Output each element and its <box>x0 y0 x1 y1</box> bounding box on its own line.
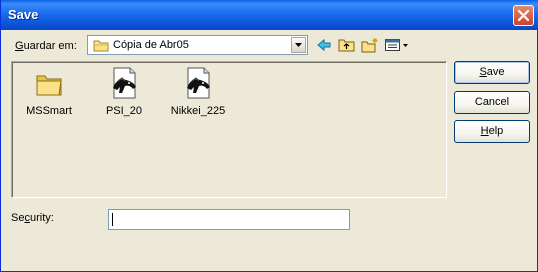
chevron-down-icon <box>295 43 302 47</box>
list-item[interactable]: PSI_20 <box>89 66 159 117</box>
up-folder-icon[interactable] <box>338 37 356 53</box>
file-name: PSI_20 <box>105 105 143 117</box>
file-name: MSSmart <box>26 105 72 117</box>
location-label: Guardar em: <box>15 40 77 52</box>
list-item[interactable]: MSSmart <box>14 66 84 117</box>
security-input[interactable] <box>108 209 350 230</box>
back-arrow-icon[interactable] <box>315 37 333 53</box>
save-button[interactable]: Save <box>454 61 530 84</box>
list-item[interactable]: Nikkei_225 <box>163 66 233 117</box>
location-combobox[interactable]: Cópia de Abr05 <box>87 35 308 55</box>
security-label: Security: <box>11 212 54 224</box>
close-icon <box>518 10 529 21</box>
folder-icon <box>93 40 109 52</box>
cancel-button[interactable]: Cancel <box>454 91 530 114</box>
location-dropdown-button[interactable] <box>291 37 306 53</box>
save-dialog: Save Guardar em: Cópia de Abr05 MSSmart … <box>0 0 538 272</box>
file-name: Nikkei_225 <box>170 105 226 117</box>
current-folder-text: Cópia de Abr05 <box>113 39 189 51</box>
close-button[interactable] <box>513 5 534 26</box>
help-button[interactable]: Help <box>454 120 530 143</box>
new-folder-icon[interactable] <box>361 37 379 53</box>
file-list[interactable]: MSSmart PSI_20 Nikkei_225 <box>11 61 447 198</box>
dialog-title: Save <box>8 7 39 22</box>
text-cursor <box>112 213 113 226</box>
title-bar[interactable]: Save <box>1 0 538 30</box>
chart-file-icon <box>113 67 136 99</box>
view-menu-icon[interactable] <box>384 37 410 53</box>
chart-file-icon <box>187 67 210 99</box>
folder-icon <box>36 75 62 96</box>
